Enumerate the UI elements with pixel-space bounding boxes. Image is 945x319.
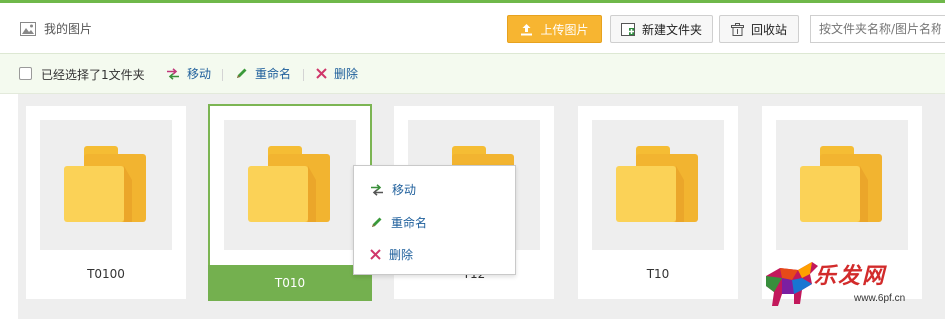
folder-icon xyxy=(248,145,332,225)
context-rename-label: 重命名 xyxy=(391,216,428,230)
watermark-logo: 乐发网 www.6pf.cn xyxy=(762,250,945,319)
search-input[interactable] xyxy=(811,16,945,42)
folder-thumbnail xyxy=(224,120,356,250)
page-title-text: 我的图片 xyxy=(44,22,93,36)
context-move-item[interactable]: 移动 xyxy=(370,181,416,198)
selection-toolbar: 已经选择了1文件夹 移动 重命名 删除 xyxy=(0,54,945,94)
new-folder-button[interactable]: 新建文件夹 xyxy=(610,15,713,43)
header-bar: 我的图片 上传图片 新建文件夹 回收站 xyxy=(0,3,945,54)
folder-thumbnail xyxy=(592,120,724,250)
toolbar-move-label: 移动 xyxy=(187,67,212,81)
upload-image-button[interactable]: 上传图片 xyxy=(507,15,602,43)
bull-logo-icon xyxy=(766,262,818,306)
trash-icon xyxy=(730,22,744,36)
toolbar-rename-action[interactable]: 重命名 xyxy=(235,65,291,82)
image-icon xyxy=(20,21,36,36)
toolbar-delete-label: 删除 xyxy=(334,67,359,81)
context-move-label: 移动 xyxy=(392,183,417,197)
folder-card[interactable]: T10 xyxy=(578,106,738,299)
recycle-label: 回收站 xyxy=(750,22,787,37)
context-delete-item[interactable]: 删除 xyxy=(370,246,413,263)
folder-thumbnail xyxy=(776,120,908,250)
toolbar-divider xyxy=(222,69,223,81)
folder-name: T10 xyxy=(646,267,670,281)
move-arrows-icon xyxy=(166,67,180,80)
folder-icon xyxy=(800,145,884,225)
folder-icon xyxy=(616,145,700,225)
folder-name: T0100 xyxy=(87,267,125,281)
context-delete-label: 删除 xyxy=(389,248,414,262)
folder-name: T010 xyxy=(274,276,306,290)
toolbar-rename-label: 重命名 xyxy=(255,67,292,81)
folder-thumbnail xyxy=(40,120,172,250)
watermark-text: 乐发网 xyxy=(814,263,887,289)
move-arrows-icon xyxy=(370,183,384,196)
context-menu: 移动 重命名 删除 xyxy=(353,165,516,275)
folder-icon xyxy=(64,145,148,225)
pencil-icon xyxy=(370,216,383,229)
recycle-bin-button[interactable]: 回收站 xyxy=(719,15,799,43)
close-x-icon xyxy=(316,68,327,79)
folder-card[interactable]: T0100 xyxy=(26,106,186,299)
folder-card-selected[interactable]: T010 xyxy=(208,104,372,301)
search-box[interactable] xyxy=(810,15,945,43)
select-all-checkbox[interactable] xyxy=(19,67,32,80)
watermark-url: www.6pf.cn xyxy=(854,293,906,304)
page-title: 我的图片 xyxy=(20,20,92,37)
toolbar-move-action[interactable]: 移动 xyxy=(166,65,211,82)
upload-icon xyxy=(520,23,533,36)
new-folder-label: 新建文件夹 xyxy=(641,22,702,37)
pencil-icon xyxy=(235,67,248,80)
upload-label: 上传图片 xyxy=(540,22,589,37)
selection-count-text: 已经选择了1文件夹 xyxy=(41,68,145,82)
folder-plus-icon xyxy=(620,22,635,36)
close-x-icon xyxy=(370,249,381,260)
toolbar-divider xyxy=(303,69,304,81)
toolbar-delete-action[interactable]: 删除 xyxy=(316,65,358,82)
context-rename-item[interactable]: 重命名 xyxy=(370,214,427,231)
